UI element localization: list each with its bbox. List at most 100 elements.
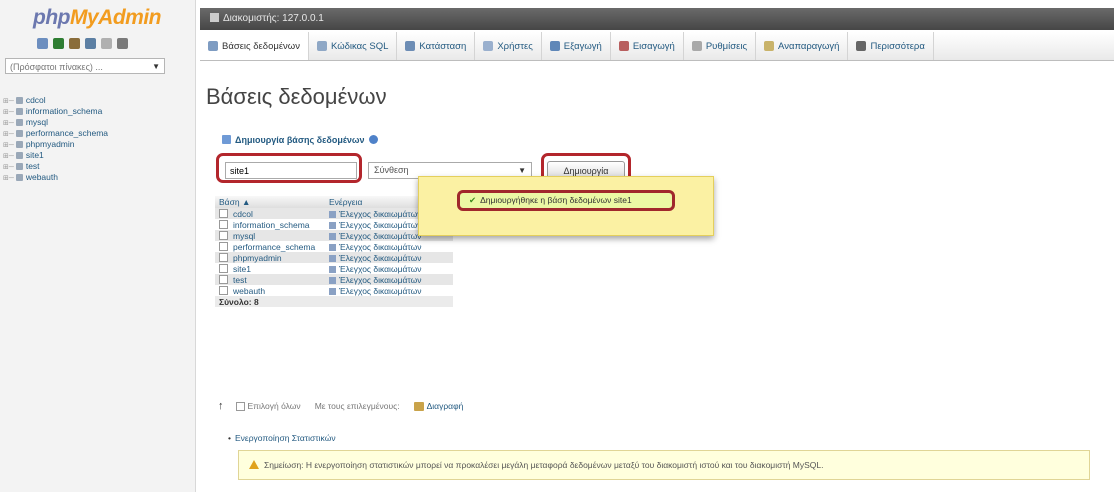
drop-button[interactable]: Διαγραφή bbox=[427, 401, 464, 411]
row-checkbox[interactable] bbox=[219, 274, 228, 284]
database-cell: phpmyadmin bbox=[215, 252, 325, 263]
tree-expander-icon[interactable]: ⊞─ bbox=[3, 164, 14, 171]
nav-database-name[interactable]: phpmyadmin bbox=[26, 139, 75, 149]
nav-database-name[interactable]: cdcol bbox=[26, 95, 46, 105]
enable-statistics-link[interactable]: Ενεργοποίηση Στατιστικών bbox=[235, 433, 336, 443]
database-link[interactable]: phpmyadmin bbox=[233, 253, 282, 263]
table-row: phpmyadmin Έλεγχος δικαιωμάτων bbox=[215, 252, 453, 263]
enable-statistics-item: • Ενεργοποίηση Στατιστικών bbox=[228, 433, 336, 443]
tab-users[interactable]: Χρήστες bbox=[475, 32, 542, 60]
recent-tables-select[interactable]: (Πρόσφατοι πίνακες) ... ▼ bbox=[5, 58, 165, 74]
reload-icon[interactable] bbox=[101, 38, 112, 49]
nav-database-item[interactable]: ⊞─ phpmyadmin bbox=[3, 139, 108, 149]
nav-database-item[interactable]: ⊞─ information_schema bbox=[3, 106, 108, 116]
nav-database-item[interactable]: ⊞─ webauth bbox=[3, 172, 108, 182]
tree-expander-icon[interactable]: ⊞─ bbox=[3, 142, 14, 149]
nav-database-item[interactable]: ⊞─ mysql bbox=[3, 117, 108, 127]
tab-status[interactable]: Κατάσταση bbox=[397, 32, 476, 60]
row-checkbox[interactable] bbox=[219, 241, 228, 251]
check-all-label[interactable]: Επιλογή όλων bbox=[248, 401, 301, 411]
check-privileges-link[interactable]: Έλεγχος δικαιωμάτων bbox=[339, 264, 422, 274]
row-checkbox[interactable] bbox=[219, 252, 228, 262]
tab-label: Χρήστες bbox=[497, 40, 533, 52]
tree-expander-icon[interactable]: ⊞─ bbox=[3, 153, 14, 160]
tab-chevron-down[interactable]: Περισσότερα bbox=[848, 32, 934, 60]
row-checkbox[interactable] bbox=[219, 219, 228, 229]
check-privileges-link[interactable]: Έλεγχος δικαιωμάτων bbox=[339, 253, 422, 263]
nav-database-name[interactable]: test bbox=[26, 161, 40, 171]
action-cell: Έλεγχος δικαιωμάτων bbox=[325, 285, 453, 296]
export-icon bbox=[549, 41, 560, 51]
nav-database-name[interactable]: performance_schema bbox=[26, 128, 108, 138]
nav-database-item[interactable]: ⊞─ performance_schema bbox=[3, 128, 108, 138]
row-checkbox[interactable] bbox=[219, 230, 228, 240]
database-link[interactable]: test bbox=[233, 275, 247, 285]
privileges-icon bbox=[329, 287, 336, 295]
collation-value: Σύνθεση bbox=[374, 165, 409, 175]
tree-expander-icon[interactable]: ⊞─ bbox=[3, 120, 14, 127]
table-row: webauth Έλεγχος δικαιωμάτων bbox=[215, 285, 453, 296]
database-icon bbox=[15, 108, 23, 115]
privileges-icon bbox=[329, 254, 336, 262]
drop-icon[interactable] bbox=[413, 401, 424, 411]
column-header-database[interactable]: Βάση ▲ bbox=[215, 196, 325, 208]
docs-icon[interactable] bbox=[85, 38, 96, 49]
database-link[interactable]: information_schema bbox=[233, 220, 310, 230]
check-privileges-link[interactable]: Έλεγχος δικαιωμάτων bbox=[339, 286, 422, 296]
tab-import[interactable]: Εισαγωγή bbox=[611, 32, 684, 60]
tab-replication[interactable]: Αναπαραγωγή bbox=[756, 32, 849, 60]
nav-database-name[interactable]: mysql bbox=[26, 117, 48, 127]
tab-export[interactable]: Εξαγωγή bbox=[542, 32, 611, 60]
query-window-icon[interactable] bbox=[69, 38, 80, 49]
sort-ascending-icon: ▲ bbox=[241, 197, 251, 207]
tab-settings[interactable]: Ρυθμίσεις bbox=[684, 32, 757, 60]
tab-sql[interactable]: Κώδικας SQL bbox=[309, 32, 398, 60]
database-cell: site1 bbox=[215, 263, 325, 274]
help-icon[interactable] bbox=[368, 135, 378, 144]
check-privileges-link[interactable]: Έλεγχος δικαιωμάτων bbox=[339, 275, 422, 285]
tab-label: Εισαγωγή bbox=[632, 40, 675, 52]
tab-label: Εξαγωγή bbox=[563, 40, 602, 52]
check-privileges-link[interactable]: Έλεγχος δικαιωμάτων bbox=[339, 242, 422, 252]
row-checkbox[interactable] bbox=[219, 285, 228, 295]
database-link[interactable]: webauth bbox=[233, 286, 265, 296]
status-icon bbox=[405, 41, 416, 51]
total-row: Σύνολο: 8 bbox=[215, 296, 453, 307]
input-highlight-frame bbox=[216, 153, 362, 183]
check-privileges-link[interactable]: Έλεγχος δικαιωμάτων bbox=[339, 231, 422, 241]
checkmark-icon: ✔ bbox=[469, 195, 477, 205]
tree-expander-icon[interactable]: ⊞─ bbox=[3, 175, 14, 182]
table-row: performance_schema Έλεγχος δικαιωμάτων bbox=[215, 241, 453, 252]
tree-expander-icon[interactable]: ⊞─ bbox=[3, 98, 14, 105]
database-icon bbox=[15, 141, 23, 148]
privileges-icon bbox=[329, 265, 336, 273]
logout-icon[interactable] bbox=[53, 38, 64, 49]
action-cell: Έλεγχος δικαιωμάτων bbox=[325, 241, 453, 252]
check-all-checkbox[interactable] bbox=[235, 401, 245, 411]
settings-icon[interactable] bbox=[117, 38, 128, 49]
row-checkbox[interactable] bbox=[219, 263, 228, 273]
tree-expander-icon[interactable]: ⊞─ bbox=[3, 109, 14, 116]
database-icon bbox=[15, 152, 23, 159]
check-privileges-link[interactable]: Έλεγχος δικαιωμάτων bbox=[339, 220, 422, 230]
row-checkbox[interactable] bbox=[219, 208, 228, 218]
logo-php-text: php bbox=[33, 6, 70, 29]
home-icon[interactable] bbox=[37, 38, 48, 49]
nav-database-item[interactable]: ⊞─ test bbox=[3, 161, 108, 171]
tree-expander-icon[interactable]: ⊞─ bbox=[3, 131, 14, 138]
action-cell: Έλεγχος δικαιωμάτων bbox=[325, 274, 453, 285]
tab-database[interactable]: Βάσεις δεδομένων bbox=[200, 32, 309, 60]
server-label[interactable]: Διακομιστής: 127.0.0.1 bbox=[223, 13, 324, 24]
nav-database-name[interactable]: webauth bbox=[26, 172, 58, 182]
table-row: test Έλεγχος δικαιωμάτων bbox=[215, 274, 453, 285]
database-link[interactable]: mysql bbox=[233, 231, 255, 241]
nav-database-item[interactable]: ⊞─ cdcol bbox=[3, 95, 108, 105]
check-privileges-link[interactable]: Έλεγχος δικαιωμάτων bbox=[339, 209, 422, 219]
database-link[interactable]: cdcol bbox=[233, 209, 253, 219]
nav-database-name[interactable]: information_schema bbox=[26, 106, 103, 116]
database-link[interactable]: performance_schema bbox=[233, 242, 315, 252]
nav-database-item[interactable]: ⊞─ site1 bbox=[3, 150, 108, 160]
phpmyadmin-logo[interactable]: phpMyAdmin bbox=[33, 6, 161, 30]
database-link[interactable]: site1 bbox=[233, 264, 251, 274]
nav-database-name[interactable]: site1 bbox=[26, 150, 44, 160]
